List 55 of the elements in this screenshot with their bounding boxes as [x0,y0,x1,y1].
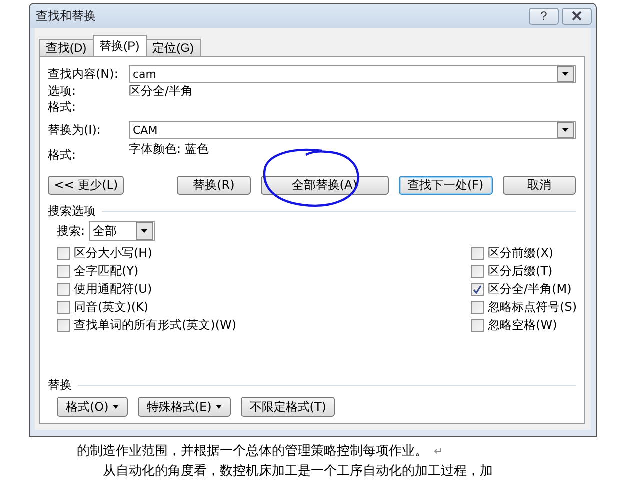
checkbox[interactable] [57,246,70,260]
checkbox-option[interactable]: 区分前缀(X) [471,244,577,262]
format-button[interactable]: 不限定格式(T) [240,397,336,417]
field-label: 选项: [48,82,78,100]
checkbox-option[interactable]: 查找单词的所有形式(英文)(W) [57,316,237,334]
help-button[interactable]: ? [529,8,559,24]
dropdown-icon [141,229,148,233]
checkbox[interactable] [471,282,484,296]
dialog-button[interactable]: 取消 [502,176,576,194]
section-heading: 替换 [48,376,72,394]
checkbox[interactable] [57,318,70,332]
tab[interactable]: 定位(G) [146,39,201,56]
dialog-button[interactable]: 查找下一处(F) [398,176,493,194]
document-text: 的制造作业范围，并根据一个总体的管理策略控制每项作业。 [77,443,428,460]
checkbox[interactable] [57,300,70,314]
field-label: 格式: [48,147,78,164]
dialog-button[interactable]: 替换(R) [177,176,251,194]
checkbox-option[interactable]: 区分大小写(H) [57,244,237,262]
format-value: 字体颜色: 蓝色 [129,141,209,158]
checkbox-option[interactable]: 区分全/半角(M) [471,280,577,298]
tab[interactable]: 替换(P) [92,35,147,56]
field-label: 替换为(I): [48,122,102,138]
paragraph-mark: ↵ [434,444,444,458]
format-button[interactable]: 格式(O) [57,397,128,417]
caret-icon [216,405,222,409]
checkbox-option[interactable]: 忽略标点符号(S) [471,298,577,316]
checkbox-option[interactable]: 忽略空格(W) [471,316,577,334]
dropdown-icon [562,128,569,132]
window-title: 查找和替换 [36,8,96,24]
section-heading: 搜索选项 [48,202,96,220]
field-label: 查找内容(N): [48,66,120,82]
checkbox-option[interactable]: 全字匹配(Y) [57,262,237,280]
checkbox[interactable] [471,264,484,278]
checkbox-option[interactable]: 区分后缀(T) [471,262,577,280]
field-label: 格式: [48,98,78,116]
tab[interactable]: 查找(D) [39,39,94,56]
search-label: 搜索: [57,222,86,240]
checkbox[interactable] [57,264,70,278]
caret-icon [112,405,119,409]
find-field[interactable]: cam [129,65,576,83]
checkbox-option[interactable]: 同音(英文)(K) [57,298,237,316]
options-value: 区分全/半角 [129,82,194,100]
checkbox[interactable] [57,282,70,296]
close-icon [571,11,583,21]
format-button[interactable]: 特殊格式(E) [138,397,231,417]
dialog-button[interactable]: << 更少(L) [48,176,124,194]
dropdown-icon [562,72,569,76]
checkbox-option[interactable]: 使用通配符(U) [57,280,237,298]
checkbox[interactable] [471,318,484,332]
search-dropdown[interactable]: 全部 [89,221,156,241]
document-text: 从自动化的角度看，数控机床加工是一个工序自动化的加工过程，加 [102,463,493,480]
replace-field[interactable]: CAM [129,121,576,139]
close-button[interactable] [562,8,592,24]
checkbox[interactable] [471,246,484,260]
checkbox[interactable] [471,300,484,314]
